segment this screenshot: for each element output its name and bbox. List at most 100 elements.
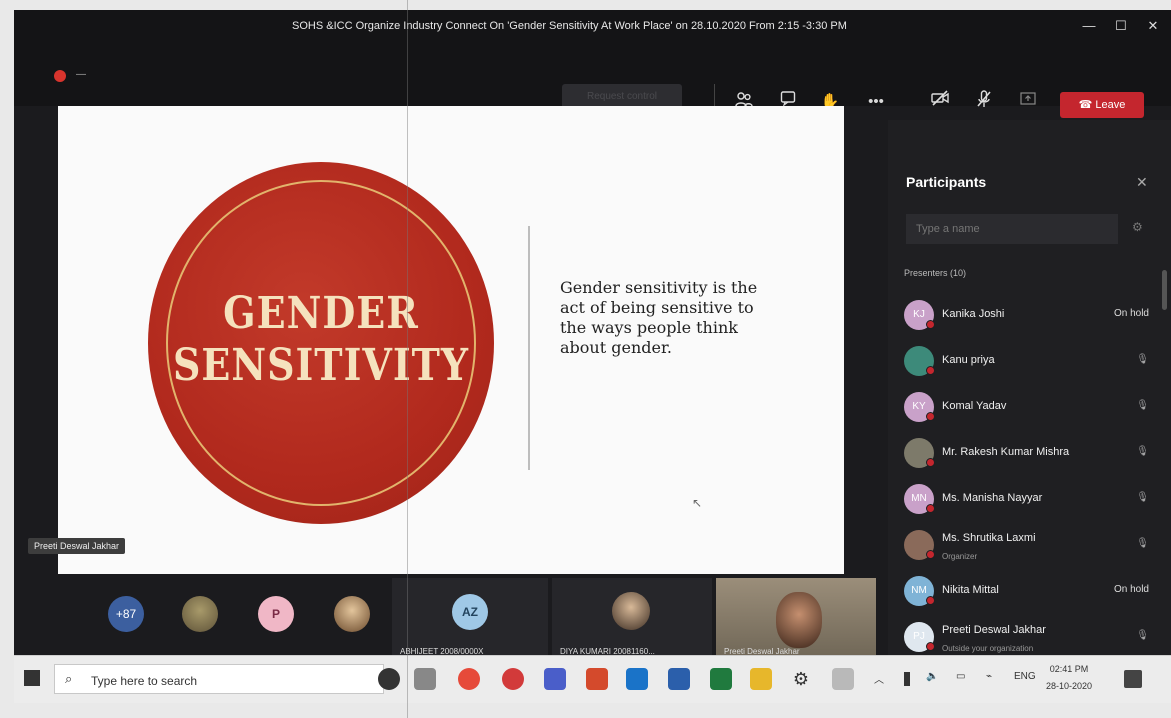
participant-row[interactable]: Mr. Rakesh Kumar Mishra 🎙 [888, 432, 1171, 476]
participants-panel: Participants ✕ ⚙ Presenters (10) KJKanik… [888, 120, 1171, 660]
share-icon[interactable] [1016, 90, 1040, 114]
mic-off-icon[interactable] [972, 90, 996, 114]
presenters-group-label: Presenters (10) [904, 268, 967, 278]
presenter-name-tag: Preeti Deswal Jakhar [28, 538, 126, 554]
minimize-button[interactable]: — [1076, 16, 1102, 36]
participant-name: Mr. Rakesh Kumar Mishra [942, 446, 1070, 458]
meeting-toolbar: — Request control ✋ ••• ☎ Leave [14, 42, 1171, 118]
gender-sensitivity-emblem: GENDER SENSITIVITY [148, 162, 494, 524]
participant-row[interactable]: PJ Preeti Deswal Jakhar Outside your organ… [888, 616, 1171, 660]
emblem-line-1: GENDER [223, 286, 419, 339]
presence-status-icon [926, 320, 935, 329]
participant-row[interactable]: KY Komal Yadav 🎙 [888, 386, 1171, 430]
participant-row[interactable]: Kanu priya 🎙 [888, 340, 1171, 384]
close-button[interactable]: ✕ [1140, 16, 1166, 36]
teams-window: SOHS &ICC Organize Industry Connect On '… [14, 10, 1171, 660]
slide-quote: Gender sensitivity is the act of being s… [560, 278, 758, 357]
participant-status: On hold [1113, 584, 1149, 595]
recording-icon [54, 70, 66, 82]
shared-slide: GENDER SENSITIVITY Gender sensitivity is… [58, 106, 844, 574]
participant-photo[interactable] [182, 596, 218, 632]
excel-icon[interactable] [710, 668, 732, 690]
battery-icon[interactable] [904, 672, 910, 686]
participant-row[interactable]: Ms. Shrutika Laxmi Organizer 🎙 [888, 524, 1171, 568]
volume-icon[interactable]: 🔈 [926, 671, 938, 682]
invite-icon[interactable]: ⚙ [1132, 220, 1143, 234]
participant-photo[interactable] [334, 596, 370, 632]
participant-subtitle: Organizer [942, 552, 978, 561]
taskbar-search-box[interactable]: ⌕ Type here to search [54, 664, 384, 694]
file-explorer-icon[interactable] [750, 668, 772, 690]
mic-off-icon[interactable]: 🎙 [1136, 492, 1149, 503]
more-icon[interactable]: ••• [864, 90, 888, 114]
participant-search-input[interactable] [906, 214, 1118, 244]
cursor-icon: ↖ [692, 496, 703, 510]
teams-icon[interactable] [544, 668, 566, 690]
mic-off-icon[interactable]: 🎙 [1136, 400, 1149, 411]
participant-avatar-az: AZ [452, 594, 488, 630]
app-icon[interactable] [502, 668, 524, 690]
video-tile-active[interactable]: Preeti Deswal Jakhar [716, 578, 876, 660]
participant-video [776, 592, 822, 648]
meeting-timer: — [76, 69, 86, 80]
window-title: SOHS &ICC Organize Industry Connect On '… [292, 20, 847, 32]
settings-icon[interactable]: ⚙ [790, 668, 812, 690]
phone-icon: ☎ [1078, 99, 1093, 111]
participant-name: Ms. Manisha Nayyar [942, 492, 1043, 504]
presence-status-icon [926, 366, 935, 375]
participant-row[interactable]: KJ Kanika Joshi On hold [888, 294, 1171, 338]
cortana-icon[interactable] [378, 668, 400, 690]
video-tile[interactable]: AZ ABHIJEET 2008/0000X [392, 578, 548, 660]
mic-off-icon[interactable]: 🎙 [1136, 354, 1149, 365]
language-indicator[interactable]: ENG [1014, 671, 1036, 682]
participant-row[interactable]: MN Ms. Manisha Nayyar 🎙 [888, 478, 1171, 522]
participant-name: Komal Yadav [942, 400, 1007, 412]
slide-divider [528, 226, 530, 470]
search-icon: ⌕ [65, 671, 73, 686]
panel-title: Participants [906, 174, 987, 190]
participant-name: Ms. Shrutika Laxmi [942, 532, 1036, 544]
presence-status-icon [926, 642, 935, 651]
wifi-icon[interactable]: ⌁ [986, 671, 992, 682]
participant-strip: +87 P AZ ABHIJEET 2008/0000X DIYA KUMARI… [14, 578, 888, 660]
leave-label: Leave [1095, 99, 1126, 111]
emblem-line-2: SENSITIVITY [172, 338, 470, 391]
word-icon[interactable] [668, 668, 690, 690]
video-tile[interactable]: DIYA KUMARI 20081160... [552, 578, 712, 660]
powerpoint-icon[interactable] [586, 668, 608, 690]
participant-name: Nikita Mittal [942, 584, 999, 596]
presence-status-icon [926, 550, 935, 559]
app-icon[interactable] [832, 668, 854, 690]
participant-row[interactable]: NM Nikita Mittal On hold [888, 570, 1171, 614]
leave-button[interactable]: ☎ Leave [1060, 92, 1144, 118]
presence-status-icon [926, 458, 935, 467]
clock-time: 02:41 PM [1049, 664, 1089, 674]
outlook-icon[interactable] [626, 668, 648, 690]
close-icon[interactable]: ✕ [1136, 174, 1148, 191]
windows-taskbar: ⌕ Type here to search ⚙ ︿ 🔈 ▭ ⌁ ENG 02:4… [14, 655, 1171, 703]
taskbar-clock[interactable]: 02:41 PM 28-10-2020 [1046, 661, 1092, 695]
participant-status: On hold [1113, 308, 1149, 319]
participant-name: Kanu priya [942, 354, 995, 366]
mic-off-icon[interactable]: 🎙 [1136, 446, 1149, 457]
participant-avatar-p[interactable]: P [258, 596, 294, 632]
network-icon[interactable]: ▭ [956, 671, 965, 682]
windows-start-icon[interactable] [24, 670, 40, 686]
chrome-icon[interactable] [458, 668, 480, 690]
participant-photo [612, 592, 650, 630]
presence-status-icon [926, 504, 935, 513]
more-participants-badge[interactable]: +87 [108, 596, 144, 632]
presence-status-icon [926, 596, 935, 605]
mic-off-icon[interactable]: 🎙 [1136, 538, 1149, 549]
maximize-button[interactable]: ☐ [1108, 16, 1134, 36]
chevron-up-icon[interactable]: ︿ [874, 671, 884, 686]
taskbar-search-placeholder: Type here to search [91, 674, 198, 688]
participant-name: Preeti Deswal Jakhar [942, 624, 1046, 636]
mic-off-icon[interactable]: 🎙 [1136, 630, 1149, 641]
task-view-icon[interactable] [414, 668, 436, 690]
camera-off-icon[interactable] [928, 90, 952, 114]
participant-name: Kanika Joshi [942, 308, 1005, 320]
scan-artifact-line [407, 0, 408, 718]
clock-date: 28-10-2020 [1046, 681, 1093, 691]
notification-icon[interactable] [1124, 670, 1142, 688]
